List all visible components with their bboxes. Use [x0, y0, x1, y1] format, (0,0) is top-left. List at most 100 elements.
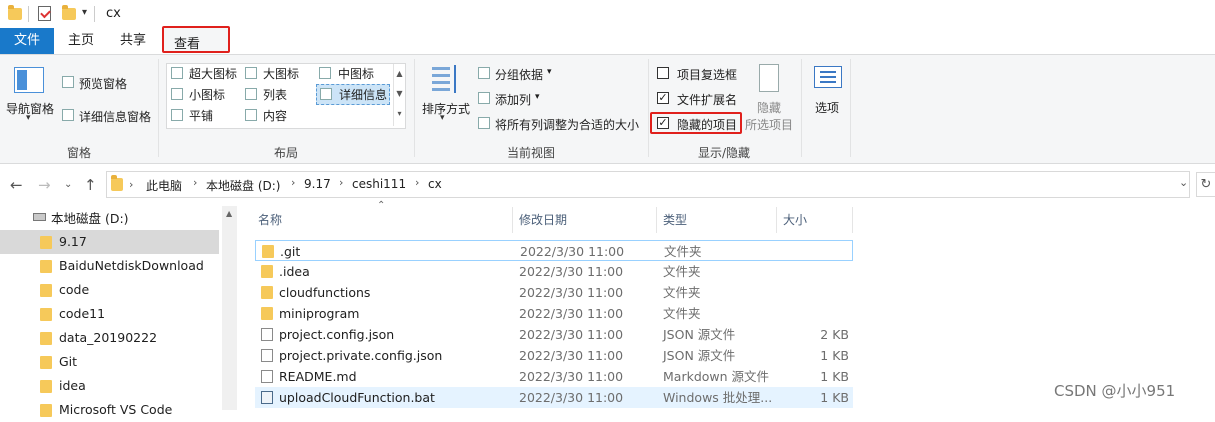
window-title: cx [106, 6, 121, 21]
hidden-items-label[interactable]: 隐藏的项目 [677, 116, 737, 133]
file-extensions-label[interactable]: 文件扩展名 [677, 91, 737, 108]
column-divider[interactable] [852, 207, 853, 233]
address-dropdown-icon[interactable]: ⌄ [1179, 176, 1188, 189]
layout-extra-large-icons[interactable]: 超大图标 [189, 65, 237, 82]
back-arrow-icon[interactable]: ← [10, 176, 23, 194]
column-divider[interactable] [776, 207, 777, 233]
sort-by-icon[interactable] [432, 65, 458, 93]
file-size: 1 KB [820, 390, 849, 405]
file-row[interactable]: .idea 2022/3/30 11:00 文件夹 [255, 261, 853, 282]
layout-content[interactable]: 内容 [263, 107, 287, 124]
file-row[interactable]: uploadCloudFunction.bat 2022/3/30 11:00 Wi… [255, 387, 853, 408]
layout-small-icons[interactable]: 小图标 [189, 86, 225, 103]
hidden-items-highlight[interactable]: ✓ 隐藏的项目 [650, 112, 742, 134]
chevron-down-icon[interactable]: ▾ [26, 113, 31, 123]
navigation-pane: 本地磁盘 (D:) 9.17 BaiduNetdiskDownload code co… [0, 206, 222, 417]
tab-share[interactable]: 共享 [110, 28, 156, 54]
breadcrumb-1[interactable]: 本地磁盘 (D:) [206, 177, 280, 194]
file-row[interactable]: README.md 2022/3/30 11:00 Markdown 源文件 1 KB [255, 366, 853, 387]
tab-view[interactable]: 查看 [162, 26, 230, 53]
nav-folder-label: Microsoft VS Code [59, 402, 173, 417]
breadcrumb-3[interactable]: ceshi111 [352, 177, 406, 191]
up-arrow-icon[interactable]: ↑ [84, 176, 97, 194]
file-row[interactable]: project.private.config.json 2022/3/30 11:… [255, 345, 853, 366]
nav-folder-label: data_20190222 [59, 330, 158, 345]
layout-tiles[interactable]: 平铺 [189, 107, 213, 124]
nav-folder-item[interactable]: Microsoft VS Code [0, 398, 219, 422]
hidden-items-checkbox[interactable]: ✓ [657, 117, 669, 129]
recent-locations-icon[interactable]: ⌄ [64, 179, 72, 190]
layout-details-selected[interactable]: 详细信息 [316, 84, 390, 105]
scroll-up-icon[interactable]: ▲ [226, 209, 232, 218]
properties-icon[interactable] [38, 6, 51, 21]
chevron-down-icon[interactable]: ▾ [547, 67, 552, 77]
tab-home[interactable]: 主页 [60, 28, 102, 54]
nav-folder-item[interactable]: idea [0, 374, 219, 398]
chevron-right-icon[interactable]: › [193, 176, 197, 189]
file-row[interactable]: project.config.json 2022/3/30 11:00 JSON 源… [255, 324, 853, 345]
column-divider[interactable] [512, 207, 513, 233]
column-header-name[interactable]: 名称 [258, 206, 282, 234]
folder-icon [262, 245, 274, 258]
file-type: Markdown 源文件 [663, 369, 770, 384]
sort-by-button[interactable]: 排序方式 [422, 100, 470, 117]
file-extensions-checkbox[interactable]: ✓ [657, 92, 669, 104]
nav-drive-label[interactable]: 本地磁盘 (D:) [51, 208, 129, 227]
file-row[interactable]: miniprogram 2022/3/30 11:00 文件夹 [255, 303, 853, 324]
nav-folder-item[interactable]: code11 [0, 302, 219, 326]
group-label-current-view: 当前视图 [506, 146, 555, 160]
forward-arrow-icon[interactable]: → [38, 176, 51, 194]
folder-icon [261, 265, 273, 278]
tab-file[interactable]: 文件 [0, 28, 54, 54]
file-type: Windows 批处理... [663, 390, 773, 405]
gallery-scroll[interactable]: ▲ ▼ ▾ [393, 64, 405, 126]
file-row[interactable]: cloudfunctions 2022/3/30 11:00 文件夹 [255, 282, 853, 303]
hide-selected-icon [759, 64, 779, 92]
item-checkboxes-checkbox[interactable] [657, 67, 669, 79]
layout-medium-icons[interactable]: 中图标 [338, 65, 374, 82]
column-header-date[interactable]: 修改日期 [519, 206, 567, 234]
nav-folder-item[interactable]: data_20190222 [0, 326, 219, 350]
nav-folder-label: idea [59, 378, 86, 393]
layout-large-icons[interactable]: 大图标 [263, 65, 299, 82]
breadcrumb-2[interactable]: 9.17 [304, 177, 331, 191]
details-pane-icon[interactable] [62, 109, 74, 121]
file-name: uploadCloudFunction.bat [279, 390, 435, 405]
nav-folder-item[interactable]: code [0, 278, 219, 302]
column-divider[interactable] [656, 207, 657, 233]
options-icon[interactable] [814, 66, 842, 88]
column-header-type[interactable]: 类型 [663, 206, 687, 234]
chevron-right-icon[interactable]: › [339, 176, 343, 189]
item-checkboxes-label[interactable]: 项目复选框 [677, 66, 737, 83]
add-column-button[interactable]: 添加列 [495, 91, 531, 108]
chevron-down-icon[interactable]: ▾ [440, 113, 445, 123]
navigation-pane-icon[interactable] [14, 67, 44, 93]
nav-folder-item[interactable]: Git [0, 350, 219, 374]
file-row[interactable]: .git 2022/3/30 11:00 文件夹 [255, 240, 853, 261]
breadcrumb-0[interactable]: 此电脑 [146, 177, 182, 194]
chevron-down-icon[interactable]: ▾ [535, 92, 540, 102]
preview-pane-button[interactable]: 预览窗格 [79, 75, 127, 92]
column-header-size[interactable]: 大小 [783, 206, 807, 234]
layout-list[interactable]: 列表 [263, 86, 287, 103]
preview-pane-icon[interactable] [62, 76, 74, 88]
nav-folder-item[interactable]: 9.17 [0, 230, 219, 254]
nav-folder-item[interactable]: BaiduNetdiskDownload [0, 254, 219, 278]
group-label-panes: 窗格 [66, 146, 91, 160]
nav-folder-label: 9.17 [59, 234, 87, 249]
fit-columns-button[interactable]: 将所有列调整为合适的大小 [495, 116, 639, 133]
chevron-right-icon[interactable]: › [415, 176, 419, 189]
details-pane-button[interactable]: 详细信息窗格 [79, 108, 151, 125]
refresh-icon[interactable]: ↻ [1196, 172, 1215, 197]
chevron-right-icon[interactable]: › [291, 176, 295, 189]
breadcrumb-4[interactable]: cx [428, 177, 442, 191]
file-type: JSON 源文件 [663, 348, 736, 363]
chevron-right-icon[interactable]: › [129, 178, 133, 191]
options-button[interactable]: 选项 [815, 99, 839, 116]
group-by-button[interactable]: 分组依据 [495, 66, 543, 83]
content-icon [245, 109, 257, 121]
nav-scrollbar[interactable]: ▲ [222, 206, 237, 410]
qat-dropdown-icon[interactable]: ▾ [82, 7, 87, 18]
file-name: project.private.config.json [279, 348, 443, 363]
new-folder-icon[interactable] [62, 5, 76, 20]
